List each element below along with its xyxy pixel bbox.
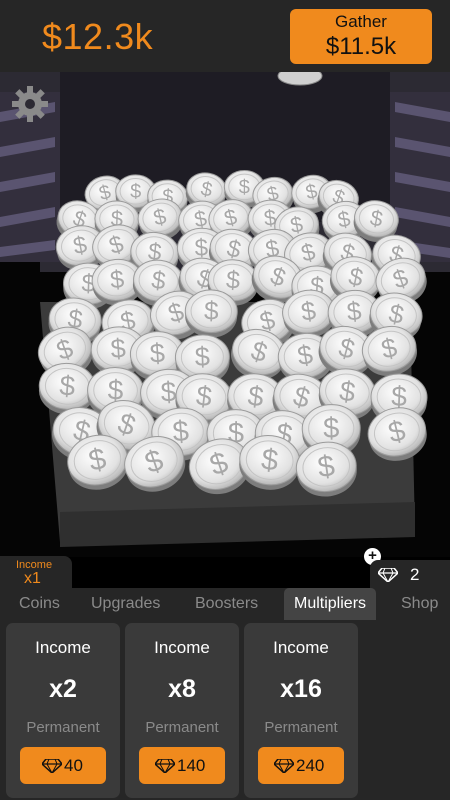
card-multiplier: x16 bbox=[280, 675, 322, 703]
coin: $ bbox=[184, 289, 238, 338]
buy-button[interactable]: 40 bbox=[20, 747, 106, 784]
gather-button[interactable]: Gather $11.5k bbox=[290, 9, 432, 64]
diamond-icon bbox=[155, 759, 175, 773]
gem-count: 2 bbox=[410, 565, 420, 584]
svg-text:$: $ bbox=[58, 370, 76, 402]
multipliers-panel: Income x2 Permanent 40 Income x8 Permane… bbox=[0, 620, 450, 800]
income-value: x1 bbox=[24, 570, 41, 587]
svg-text:$: $ bbox=[225, 266, 241, 295]
card-title: Income bbox=[35, 638, 91, 657]
card-title: Income bbox=[154, 638, 210, 657]
tab-shop[interactable]: Shop bbox=[401, 588, 438, 620]
svg-text:$: $ bbox=[149, 338, 166, 369]
price-label: 40 bbox=[64, 756, 83, 775]
buy-button[interactable]: 240 bbox=[258, 747, 344, 784]
diamond-icon bbox=[378, 568, 398, 582]
gem-counter: 2 bbox=[370, 560, 450, 588]
card-title: Income bbox=[273, 638, 329, 657]
card-multiplier: x8 bbox=[168, 675, 196, 703]
buy-button[interactable]: 140 bbox=[139, 747, 225, 784]
diamond-icon bbox=[42, 759, 62, 773]
coin-pusher-machine: $ $ $ $ $ $ $ $$ $ $ $ $ $ $ $ $$ $ $ $ $ $ $ $ $$ $ $ $ $ $ $ $ $$ $ $ $ $… bbox=[0, 72, 450, 557]
multiplier-card: Income x16 Permanent 240 bbox=[244, 623, 358, 798]
card-subtitle: Permanent bbox=[26, 719, 100, 736]
settings-gear-icon[interactable] bbox=[10, 84, 50, 124]
tab-coins[interactable]: Coins bbox=[19, 588, 60, 620]
diamond-icon bbox=[274, 759, 294, 773]
card-multiplier: x2 bbox=[49, 675, 77, 703]
gather-value: $11.5k bbox=[325, 33, 397, 60]
svg-text:$: $ bbox=[194, 341, 210, 371]
tab-boosters[interactable]: Boosters bbox=[195, 588, 258, 620]
card-subtitle: Permanent bbox=[145, 719, 219, 736]
tab-multipliers[interactable]: Multipliers bbox=[284, 588, 377, 620]
coin-pusher-scene[interactable]: $ $ $ $ $ $ $ $ $ $ $ $ $ $ $ $ $ $ $ $ $ $ $ $ $ $ $ $ $ $ $ $ $ $ $ $ $ $ $ $… bbox=[0, 72, 450, 557]
svg-text:$: $ bbox=[204, 295, 220, 325]
multiplier-card: Income x2 Permanent 40 bbox=[6, 623, 120, 798]
card-subtitle: Permanent bbox=[264, 719, 338, 736]
tab-upgrades[interactable]: Upgrades bbox=[91, 588, 160, 620]
multiplier-card: Income x8 Permanent 140 bbox=[125, 623, 239, 798]
svg-text:$: $ bbox=[130, 181, 141, 203]
top-bar: $12.3k Gather $11.5k bbox=[0, 0, 450, 72]
svg-text:$: $ bbox=[239, 176, 250, 198]
svg-text:$: $ bbox=[160, 376, 178, 408]
balance-display: $12.3k bbox=[42, 16, 154, 57]
income-multiplier-tab: Income x1 bbox=[0, 556, 72, 588]
gear-icon bbox=[12, 86, 48, 122]
category-tabs: Coins Upgrades Boosters Multipliers Shop bbox=[0, 588, 450, 620]
svg-text:$: $ bbox=[109, 265, 126, 294]
svg-text:$: $ bbox=[110, 333, 127, 364]
svg-text:$: $ bbox=[323, 413, 340, 445]
gather-label: Gather bbox=[335, 12, 387, 31]
price-label: 240 bbox=[296, 756, 325, 775]
price-label: 140 bbox=[177, 756, 206, 775]
